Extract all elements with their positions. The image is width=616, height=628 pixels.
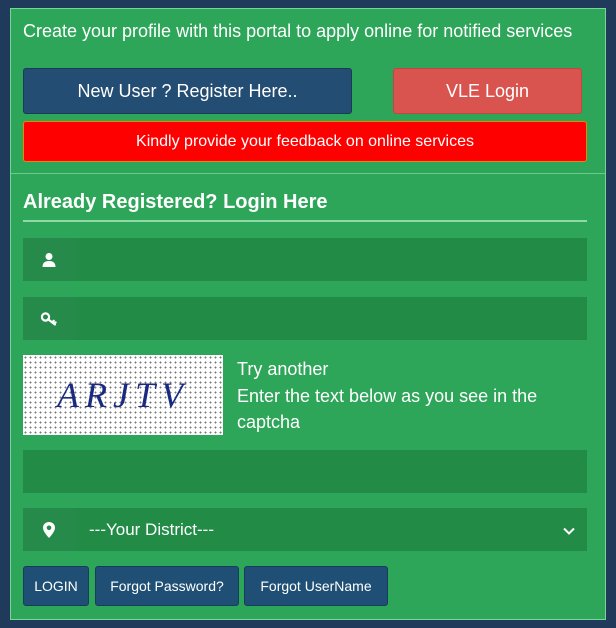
username-row (23, 238, 587, 281)
intro-text: Create your profile with this portal to … (23, 21, 573, 41)
district-row: ---Your District--- (23, 508, 587, 551)
district-select[interactable]: ---Your District--- (75, 508, 587, 551)
captcha-text: ARJTV (57, 375, 189, 415)
title-underline (23, 220, 587, 222)
login-panel: Create your profile with this portal to … (10, 8, 606, 620)
username-input[interactable] (75, 238, 587, 281)
captcha-instructions: Enter the text below as you see in the c… (237, 386, 538, 432)
try-another-link[interactable]: Try another (237, 359, 328, 380)
district-selected-value: ---Your District--- (89, 519, 214, 539)
divider (11, 173, 605, 174)
vle-login-button[interactable]: VLE Login (393, 68, 582, 114)
login-button[interactable]: LOGIN (23, 566, 89, 606)
password-input[interactable] (75, 297, 587, 340)
captcha-image: ARJTV (23, 355, 223, 435)
map-marker-icon (23, 508, 75, 551)
chevron-down-icon (563, 522, 575, 538)
password-row (23, 297, 587, 340)
key-icon (23, 297, 75, 340)
forgot-password-button[interactable]: Forgot Password? (95, 566, 239, 606)
forgot-username-button[interactable]: Forgot UserName (244, 566, 388, 606)
login-title: Already Registered? Login Here (23, 191, 328, 213)
captcha-input[interactable] (23, 450, 587, 493)
feedback-button[interactable]: Kindly provide your feedback on online s… (23, 121, 587, 162)
user-icon (23, 238, 75, 281)
register-button[interactable]: New User ? Register Here.. (23, 68, 352, 114)
